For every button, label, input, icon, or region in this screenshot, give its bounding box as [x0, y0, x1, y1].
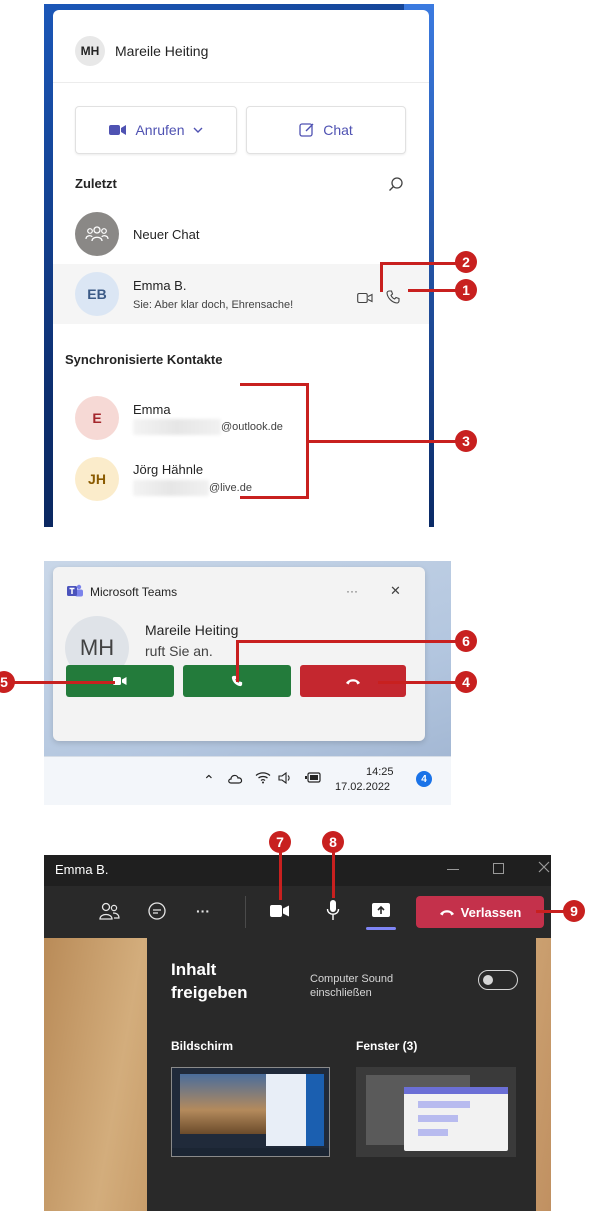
hang-up-icon	[439, 909, 454, 915]
leave-button[interactable]: Verlassen	[416, 896, 544, 928]
callout-line	[378, 681, 457, 684]
close-button[interactable]: ✕	[390, 583, 401, 599]
cloud-icon[interactable]	[227, 773, 244, 784]
callout-line	[536, 910, 564, 913]
bracket-line	[240, 383, 308, 386]
callout-3: 3	[455, 430, 477, 452]
call-button-label: Anrufen	[135, 122, 185, 138]
callout-line	[408, 289, 458, 292]
contact-name: Emma	[133, 402, 171, 417]
wifi-icon[interactable]	[255, 771, 271, 784]
chat-button[interactable]: Chat	[246, 106, 406, 154]
camera-icon[interactable]	[270, 904, 290, 918]
callout-line	[279, 852, 282, 900]
callout-4: 4	[455, 671, 477, 693]
chat-flyout: MH Mareile Heiting Anrufen Chat Zuletzt …	[53, 10, 429, 527]
video-call-icon[interactable]	[357, 292, 373, 304]
user-name: Mareile Heiting	[115, 43, 209, 59]
group-icon	[85, 226, 109, 242]
window-thumbnail[interactable]	[356, 1067, 516, 1157]
hang-up-icon	[346, 678, 360, 684]
screen-section-label: Bildschirm	[171, 1039, 234, 1053]
teams-logo-icon	[67, 584, 83, 597]
callout-line	[306, 440, 456, 443]
share-active-indicator	[366, 927, 396, 930]
callout-line	[236, 640, 239, 682]
compose-icon	[299, 123, 314, 137]
callout-7: 7	[269, 831, 291, 853]
notification-badge[interactable]: 4	[416, 771, 432, 787]
phone-icon[interactable]	[386, 290, 400, 304]
callout-line	[236, 640, 457, 643]
callout-8: 8	[322, 831, 344, 853]
battery-icon[interactable]	[305, 772, 322, 783]
bracket-line	[240, 496, 308, 499]
divider	[53, 82, 429, 83]
callout-6: 6	[455, 630, 477, 652]
callout-2: 2	[455, 251, 477, 273]
chevron-up-icon[interactable]: ⌃	[203, 772, 215, 789]
clock-date[interactable]: 17.02.2022	[335, 781, 390, 793]
speaker-icon[interactable]	[278, 772, 293, 784]
recent-heading: Zuletzt	[75, 176, 117, 191]
callout-line	[332, 852, 335, 898]
contact-email: @live.de	[209, 482, 252, 494]
share-panel-title: Inhalt freigeben	[171, 960, 248, 1002]
app-name: Microsoft Teams	[90, 585, 178, 599]
share-content-panel: Inhalt freigeben Computer Sound einschli…	[147, 938, 536, 1211]
meeting-titlebar	[44, 855, 551, 886]
maximize-button[interactable]	[493, 863, 504, 874]
computer-sound-toggle[interactable]	[478, 970, 518, 990]
contact-avatar[interactable]: JH	[75, 457, 119, 501]
incoming-call-toast: Microsoft Teams ··· ✕ MH Mareile Heiting…	[53, 567, 425, 741]
callout-line	[380, 262, 383, 292]
call-status: ruft Sie an.	[145, 643, 213, 659]
contact-avatar: EB	[75, 272, 119, 316]
participants-icon[interactable]	[98, 901, 120, 921]
contact-name: Jörg Hähnle	[133, 462, 204, 477]
toolbar-separator	[245, 896, 246, 928]
minimize-button[interactable]	[447, 869, 459, 870]
synced-contacts-heading: Synchronisierte Kontakte	[65, 352, 223, 367]
more-options-button[interactable]: ···	[346, 584, 358, 598]
callout-line	[10, 681, 115, 684]
callout-9: 9	[563, 900, 585, 922]
call-button[interactable]: Anrufen	[75, 106, 237, 154]
microphone-icon[interactable]	[326, 899, 340, 921]
contact-name: Emma B.	[133, 278, 187, 293]
user-avatar[interactable]: MH	[75, 36, 105, 66]
contact-email: @outlook.de	[221, 421, 283, 433]
chat-button-label: Chat	[323, 122, 353, 138]
video-camera-icon	[113, 677, 127, 685]
chat-icon[interactable]	[147, 901, 167, 921]
blurred-email-prefix	[133, 480, 209, 496]
meeting-title: Emma B.	[55, 862, 109, 877]
computer-sound-label: Computer Sound einschließen	[310, 973, 394, 999]
new-chat-label[interactable]: Neuer Chat	[133, 227, 199, 242]
chevron-down-icon	[193, 127, 203, 133]
new-chat-avatar[interactable]	[75, 212, 119, 256]
clock-time[interactable]: 14:25	[366, 766, 394, 778]
search-icon[interactable]	[388, 176, 404, 192]
callout-1: 1	[455, 279, 477, 301]
contact-avatar[interactable]: E	[75, 396, 119, 440]
window-section-label: Fenster (3)	[356, 1039, 418, 1053]
share-screen-icon	[372, 903, 390, 917]
more-actions-button[interactable]: ···	[196, 903, 210, 919]
blurred-email-prefix	[133, 419, 221, 435]
caller-name: Mareile Heiting	[145, 622, 239, 638]
message-preview: Sie: Aber klar doch, Ehrensache!	[133, 299, 294, 311]
screen-thumbnail[interactable]	[171, 1067, 330, 1157]
close-icon[interactable]	[538, 861, 550, 873]
video-camera-icon	[109, 125, 127, 135]
leave-button-label: Verlassen	[460, 904, 522, 920]
callout-line	[380, 262, 458, 265]
